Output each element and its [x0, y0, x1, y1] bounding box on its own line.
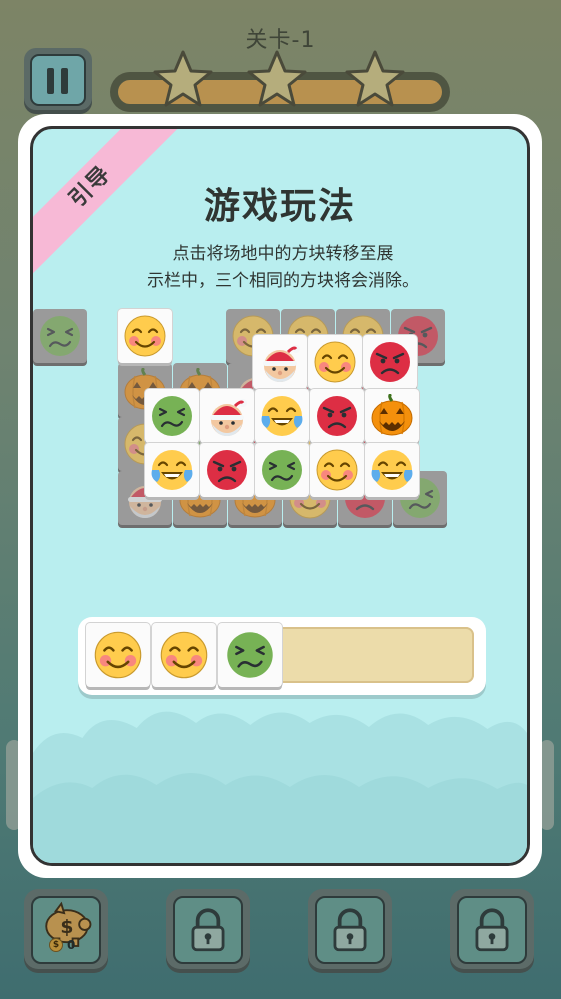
tears-of-joy-emoji-icon: [151, 450, 193, 490]
tutorial-dialog[interactable]: 引导 游戏玩法 点击将场地中的方块转移至展 示栏中，三个相同的方块将会消除。: [18, 114, 542, 878]
tile-angry[interactable]: [310, 389, 364, 443]
lock-icon: [191, 908, 225, 952]
angry-emoji-icon: [317, 396, 357, 436]
dialog-title: 游戏玩法: [203, 186, 356, 227]
nauseated-emoji-icon: [262, 450, 302, 490]
description-line: 示栏中，三个相同的方块将会消除。: [147, 271, 419, 291]
tears-of-joy-emoji-icon: [261, 396, 303, 436]
tray-tile-nauseated[interactable]: [218, 623, 282, 687]
smile-emoji-icon: [124, 315, 166, 357]
tile-smile[interactable]: [118, 309, 172, 363]
nauseated-emoji-icon: [227, 632, 273, 678]
tray-tile-smile[interactable]: [152, 623, 216, 687]
angry-emoji-icon: [370, 342, 410, 382]
santa-emoji-icon: [263, 345, 300, 382]
tile-santa[interactable]: [253, 335, 307, 389]
locked-booster-button[interactable]: [166, 889, 250, 973]
tile-tears-of-joy[interactable]: [255, 389, 309, 443]
lock-icon: [475, 908, 509, 952]
tray-tile-smile[interactable]: [86, 623, 150, 687]
tile-nauseated[interactable]: [255, 443, 309, 497]
smile-emoji-icon: [160, 631, 208, 679]
description-line: 点击将场地中的方块转移至展: [172, 244, 394, 264]
collection-tray: [78, 617, 486, 695]
locked-booster-button[interactable]: [308, 889, 392, 973]
smile-emoji-icon: [94, 631, 142, 679]
coin-count: 0: [67, 938, 76, 952]
star-icon: [153, 50, 213, 107]
tutorial-panel: 引导 游戏玩法 点击将场地中的方块转移至展 示栏中，三个相同的方块将会消除。: [30, 126, 530, 866]
locked-booster-button[interactable]: [450, 889, 534, 973]
pause-icon: [30, 54, 86, 106]
nauseated-emoji-icon: [152, 396, 192, 436]
svg-text:$: $: [60, 917, 73, 938]
piggy-bank-icon: $: [45, 901, 92, 947]
coin-icon: $: [49, 938, 63, 952]
tile-pumpkin[interactable]: [365, 389, 419, 443]
cloud-decoration: [33, 711, 527, 863]
smile-emoji-icon: [314, 341, 356, 383]
level-progress-bar: [110, 50, 450, 112]
dialog-description: 点击将场地中的方块转移至展 示栏中，三个相同的方块将会消除。: [133, 241, 433, 295]
piggy-bank-button[interactable]: $ $ 0: [24, 889, 108, 973]
background-panel: [540, 740, 554, 830]
pause-button[interactable]: [24, 48, 92, 114]
angry-emoji-icon: [207, 450, 247, 490]
pumpkin-emoji-icon: [371, 394, 413, 436]
star-icon: [247, 50, 307, 107]
tile-nauseated: [33, 309, 87, 363]
tile-santa[interactable]: [200, 389, 254, 443]
tile-smile[interactable]: [310, 443, 364, 497]
smile-emoji-icon: [316, 449, 358, 491]
nauseated-emoji-icon: [40, 316, 80, 356]
tile-tears-of-joy[interactable]: [365, 443, 419, 497]
lock-icon: [333, 908, 367, 952]
star-icon: [345, 50, 405, 107]
tile-angry[interactable]: [200, 443, 254, 497]
tile-tears-of-joy[interactable]: [145, 443, 199, 497]
tile-nauseated[interactable]: [145, 389, 199, 443]
santa-emoji-icon: [210, 399, 247, 436]
tile-angry[interactable]: [363, 335, 417, 389]
tile-smile[interactable]: [308, 335, 362, 389]
tears-of-joy-emoji-icon: [371, 450, 413, 490]
coin-counter: $ 0: [49, 938, 75, 952]
